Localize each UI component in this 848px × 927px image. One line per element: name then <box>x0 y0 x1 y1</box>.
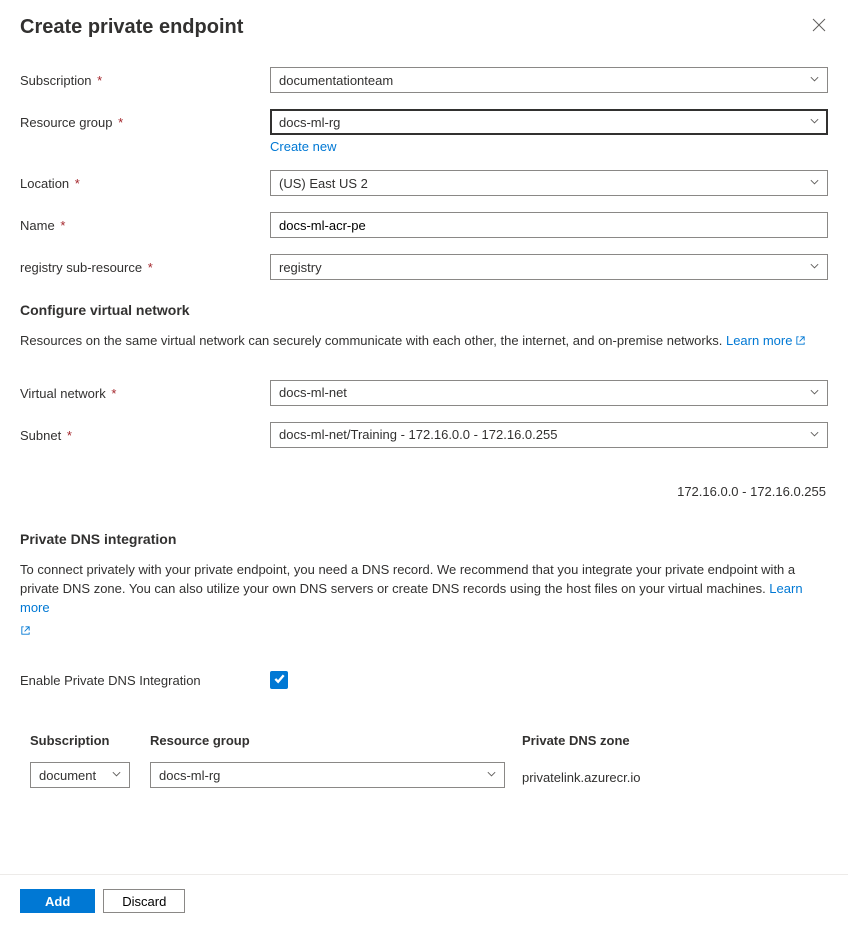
subnet-label: Subnet * <box>20 422 270 443</box>
dns-table-header: Subscription Resource group Private DNS … <box>20 725 828 762</box>
check-icon <box>273 672 286 688</box>
vnet-description: Resources on the same virtual network ca… <box>20 332 828 352</box>
virtual-network-dropdown[interactable]: docs-ml-net <box>270 380 828 406</box>
resource-group-label: Resource group * <box>20 109 270 130</box>
dns-zone-value: privatelink.azurecr.io <box>522 766 818 785</box>
subscription-dropdown[interactable]: documentationteam <box>270 67 828 93</box>
close-icon <box>812 20 826 35</box>
location-label: Location * <box>20 170 270 191</box>
virtual-network-label: Virtual network * <box>20 380 270 401</box>
external-link-icon <box>795 333 806 352</box>
chevron-down-icon <box>111 768 122 783</box>
sub-resource-dropdown[interactable]: registry <box>270 254 828 280</box>
subscription-label: Subscription * <box>20 67 270 88</box>
vnet-heading: Configure virtual network <box>20 302 828 318</box>
th-zone: Private DNS zone <box>522 733 818 748</box>
discard-button[interactable]: Discard <box>103 889 185 913</box>
create-new-link[interactable]: Create new <box>270 139 336 154</box>
close-button[interactable] <box>810 16 828 37</box>
location-dropdown[interactable]: (US) East US 2 <box>270 170 828 196</box>
dns-resource-group-dropdown[interactable]: docs-ml-rg <box>150 762 505 788</box>
name-label: Name * <box>20 212 270 233</box>
chevron-down-icon <box>809 73 820 88</box>
chevron-down-icon <box>809 260 820 275</box>
name-input[interactable] <box>270 212 828 238</box>
chevron-down-icon <box>809 427 820 442</box>
add-button[interactable]: Add <box>20 889 95 913</box>
enable-dns-label: Enable Private DNS Integration <box>20 673 270 688</box>
ip-range-text: 172.16.0.0 - 172.16.0.255 <box>20 484 828 499</box>
dns-subscription-dropdown[interactable]: document <box>30 762 130 788</box>
page-title: Create private endpoint <box>20 16 243 39</box>
dns-table-row: document docs-ml-rg privatelink.azurecr.… <box>20 762 828 788</box>
dns-description: To connect privately with your private e… <box>20 561 828 618</box>
chevron-down-icon <box>809 115 820 130</box>
th-subscription: Subscription <box>30 733 150 748</box>
chevron-down-icon <box>809 385 820 400</box>
subnet-dropdown[interactable]: docs-ml-net/Training - 172.16.0.0 - 172.… <box>270 422 828 448</box>
external-link-icon <box>20 624 31 639</box>
chevron-down-icon <box>486 768 497 783</box>
sub-resource-label: registry sub-resource * <box>20 254 270 275</box>
th-resource-group: Resource group <box>150 733 522 748</box>
resource-group-dropdown[interactable]: docs-ml-rg <box>270 109 828 135</box>
enable-dns-checkbox[interactable] <box>270 671 288 689</box>
chevron-down-icon <box>809 176 820 191</box>
dns-heading: Private DNS integration <box>20 531 828 547</box>
vnet-learn-more-link[interactable]: Learn more <box>726 333 806 348</box>
